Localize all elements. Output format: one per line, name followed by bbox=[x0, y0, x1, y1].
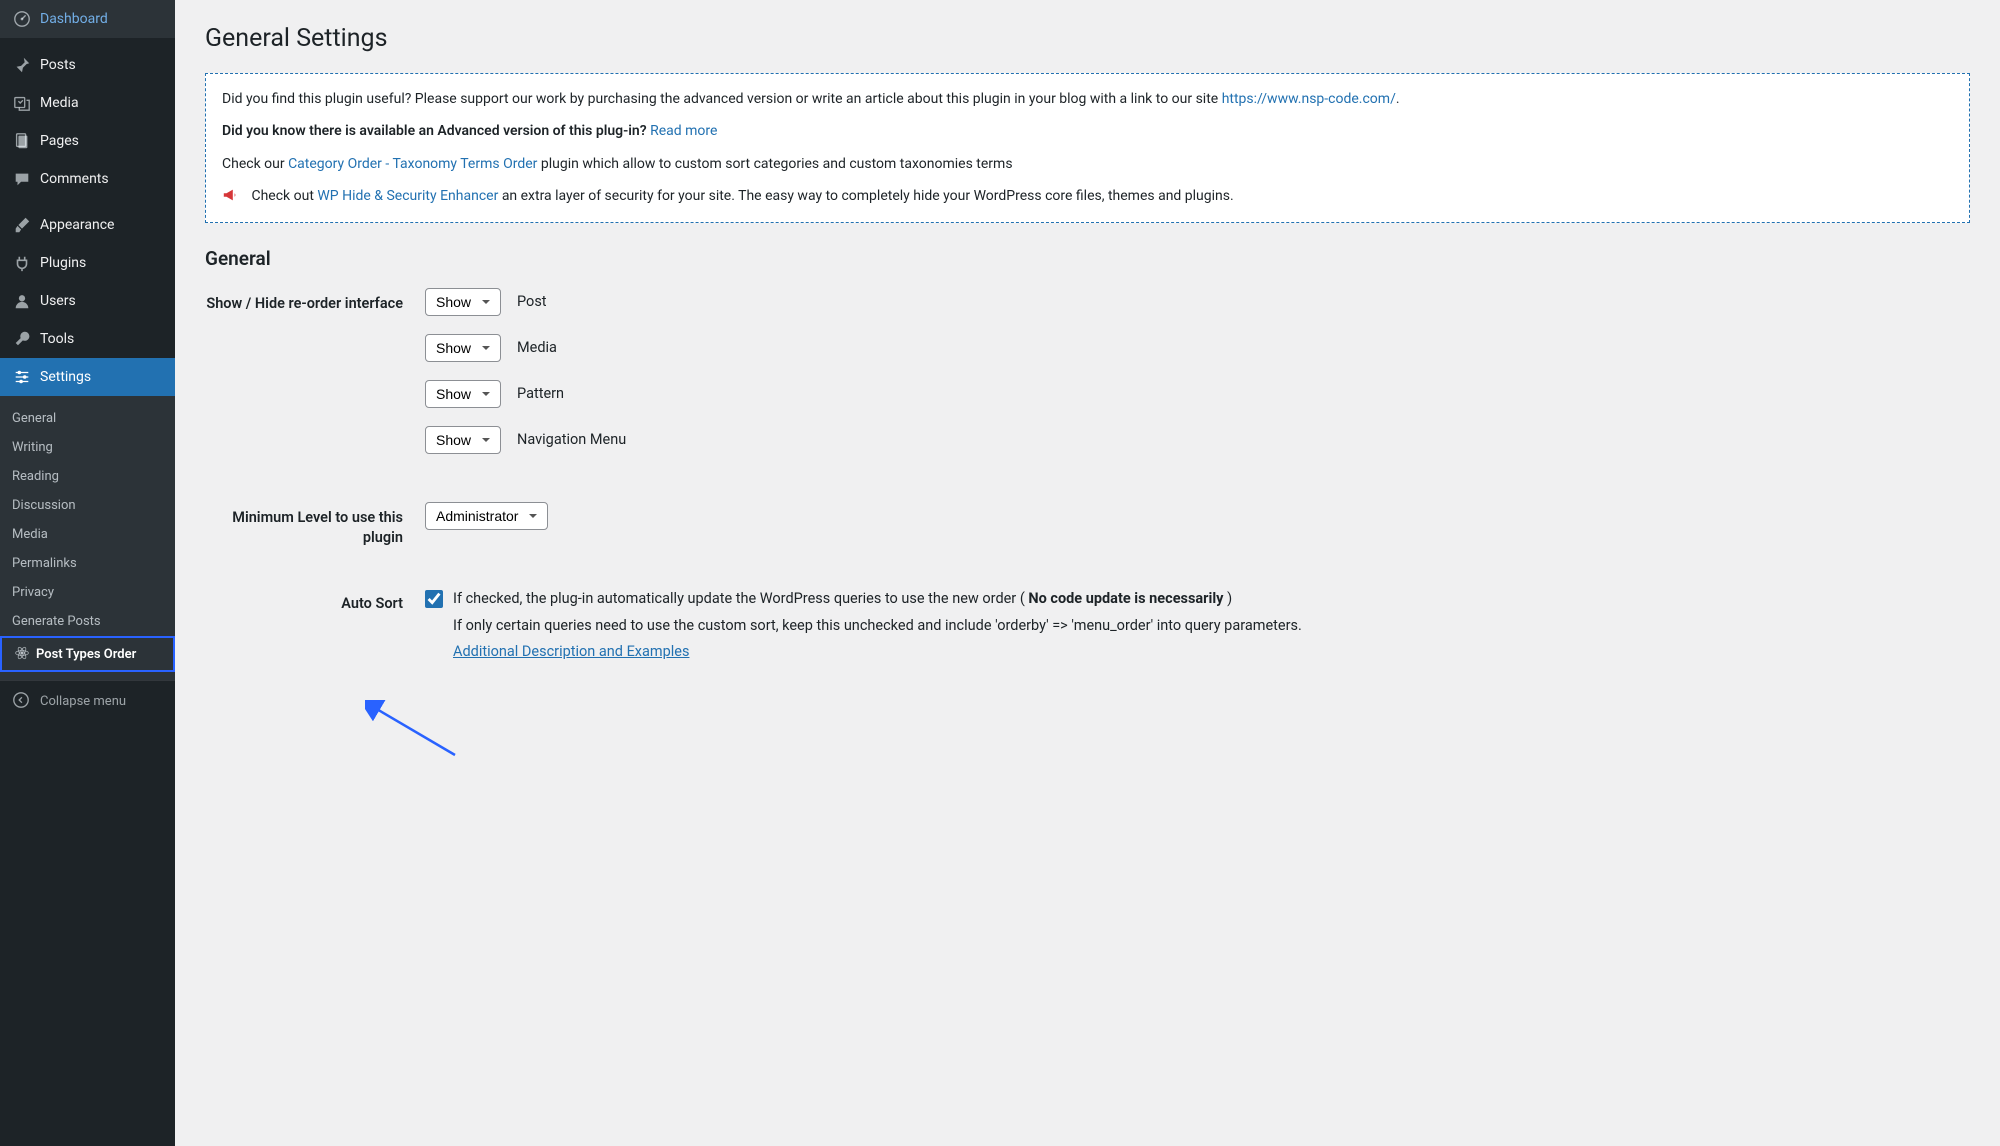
reorder-select-media[interactable]: Show bbox=[425, 334, 501, 362]
submenu-post-types-order[interactable]: Post Types Order bbox=[0, 636, 175, 672]
submenu-label: Post Types Order bbox=[36, 647, 136, 662]
submenu-permalinks[interactable]: Permalinks bbox=[0, 549, 175, 578]
submenu-discussion[interactable]: Discussion bbox=[0, 491, 175, 520]
content-area: General Settings Did you find this plugi… bbox=[175, 0, 2000, 1146]
sidebar-label: Dashboard bbox=[40, 11, 108, 27]
sidebar-item-tools[interactable]: Tools bbox=[0, 320, 175, 358]
settings-submenu: General Writing Reading Discussion Media… bbox=[0, 396, 175, 680]
sidebar-item-pages[interactable]: Pages bbox=[0, 122, 175, 160]
sidebar-label: Comments bbox=[40, 171, 109, 187]
collapse-label: Collapse menu bbox=[40, 694, 126, 709]
post-type-pattern: Pattern bbox=[517, 385, 564, 402]
collapse-menu-button[interactable]: Collapse menu bbox=[0, 680, 175, 721]
category-order-link[interactable]: Category Order - Taxonomy Terms Order bbox=[288, 156, 537, 172]
submenu-reading[interactable]: Reading bbox=[0, 462, 175, 491]
plug-icon bbox=[12, 253, 32, 273]
bullhorn-icon bbox=[222, 186, 242, 206]
sidebar-label: Users bbox=[40, 293, 76, 309]
notice-p3: Check our Category Order - Taxonomy Term… bbox=[222, 153, 1953, 175]
wrench-icon bbox=[12, 329, 32, 349]
reorder-select-navmenu[interactable]: Show bbox=[425, 426, 501, 454]
min-level-label: Minimum Level to use this plugin bbox=[205, 502, 425, 549]
reorder-select-post[interactable]: Show bbox=[425, 288, 501, 316]
sidebar-item-posts[interactable]: Posts bbox=[0, 46, 175, 84]
annotation-arrow bbox=[365, 700, 465, 760]
post-type-navmenu: Navigation Menu bbox=[517, 431, 626, 448]
submenu-writing[interactable]: Writing bbox=[0, 433, 175, 462]
submenu-media[interactable]: Media bbox=[0, 520, 175, 549]
sidebar-label: Tools bbox=[40, 331, 74, 347]
sidebar-item-media[interactable]: Media bbox=[0, 84, 175, 122]
nsp-code-link[interactable]: https://www.nsp-code.com/ bbox=[1222, 91, 1396, 107]
sliders-icon bbox=[12, 367, 32, 387]
sidebar-item-plugins[interactable]: Plugins bbox=[0, 244, 175, 282]
min-level-select[interactable]: Administrator bbox=[425, 502, 548, 530]
notice-p1: Did you find this plugin useful? Please … bbox=[222, 88, 1953, 110]
read-more-link[interactable]: Read more bbox=[650, 123, 717, 139]
auto-sort-checkbox[interactable] bbox=[425, 590, 443, 608]
reorder-select-pattern[interactable]: Show bbox=[425, 380, 501, 408]
sidebar-item-settings[interactable]: Settings bbox=[0, 358, 175, 396]
submenu-privacy[interactable]: Privacy bbox=[0, 578, 175, 607]
section-general: General bbox=[205, 247, 1970, 270]
auto-sort-desc: If checked, the plug-in automatically up… bbox=[453, 588, 1302, 667]
reorder-label: Show / Hide re-order interface bbox=[205, 288, 425, 314]
submenu-general[interactable]: General bbox=[0, 404, 175, 433]
post-type-post: Post bbox=[517, 293, 547, 310]
notice-p4: Check out WP Hide & Security Enhancer an… bbox=[222, 185, 1953, 207]
pin-icon bbox=[12, 55, 32, 75]
sidebar-label: Settings bbox=[40, 369, 91, 385]
admin-sidebar: Dashboard Posts Media Pages Comments App… bbox=[0, 0, 175, 1146]
auto-sort-label: Auto Sort bbox=[205, 588, 425, 614]
sidebar-label: Appearance bbox=[40, 217, 114, 233]
atom-icon bbox=[14, 645, 32, 663]
notice-p2: Did you know there is available an Advan… bbox=[222, 120, 1953, 142]
pages-icon bbox=[12, 131, 32, 151]
dashboard-icon bbox=[12, 9, 32, 29]
submenu-generate-posts[interactable]: Generate Posts bbox=[0, 607, 175, 636]
sidebar-item-dashboard[interactable]: Dashboard bbox=[0, 0, 175, 38]
brush-icon bbox=[12, 215, 32, 235]
sidebar-label: Media bbox=[40, 95, 79, 111]
sidebar-label: Pages bbox=[40, 133, 79, 149]
sidebar-item-users[interactable]: Users bbox=[0, 282, 175, 320]
sidebar-item-comments[interactable]: Comments bbox=[0, 160, 175, 198]
reorder-interface-row: Show / Hide re-order interface Show Post… bbox=[205, 288, 1970, 472]
sidebar-item-appearance[interactable]: Appearance bbox=[0, 206, 175, 244]
user-icon bbox=[12, 291, 32, 311]
wp-hide-link[interactable]: WP Hide & Security Enhancer bbox=[317, 188, 498, 204]
sidebar-label: Posts bbox=[40, 57, 76, 73]
plugin-notice: Did you find this plugin useful? Please … bbox=[205, 73, 1970, 223]
comments-icon bbox=[12, 169, 32, 189]
auto-sort-row: Auto Sort If checked, the plug-in automa… bbox=[205, 588, 1970, 667]
collapse-icon bbox=[12, 691, 32, 711]
page-title: General Settings bbox=[205, 24, 1970, 53]
media-icon bbox=[12, 93, 32, 113]
sidebar-label: Plugins bbox=[40, 255, 86, 271]
additional-desc-link[interactable]: Additional Description and Examples bbox=[453, 643, 689, 660]
min-level-row: Minimum Level to use this plugin Adminis… bbox=[205, 502, 1970, 549]
post-type-media: Media bbox=[517, 339, 557, 356]
